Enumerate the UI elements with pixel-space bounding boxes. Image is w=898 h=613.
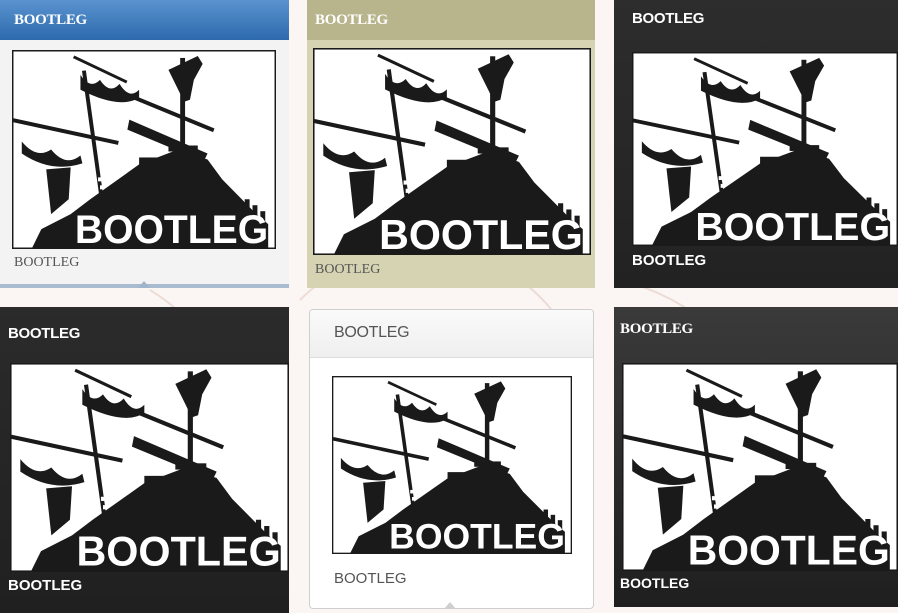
tile-caption: BOOTLEG: [334, 570, 407, 587]
pointer-arrow-icon: [444, 602, 456, 608]
tile-header: BOOTLEG: [620, 321, 693, 337]
artwork-title: BOOTLEG: [389, 517, 565, 554]
tile-header: BOOTLEG: [8, 325, 81, 342]
album-artwork: BOOTLEG: [332, 376, 572, 554]
artwork-title: BOOTLEG: [688, 527, 890, 571]
tile-header: BOOTLEG: [310, 310, 593, 358]
album-artwork: BOOTLEG: [622, 363, 898, 571]
artwork-title: BOOTLEG: [695, 206, 890, 246]
tile-caption: BOOTLEG: [632, 252, 707, 269]
theme-tile-dark-gradient[interactable]: BOOTLEG BOOTLEG BOOTLEG: [614, 307, 898, 607]
album-artwork: BOOTLEG: [12, 50, 276, 249]
theme-tile-dark-2[interactable]: BOOTLEG BOOTLEG BOOTLEG: [0, 307, 289, 613]
theme-tile-light-card[interactable]: BOOTLEG BOOTLEG BOOTLEG: [309, 309, 594, 609]
tile-header: BOOTLEG: [307, 0, 595, 40]
tile-caption: BOOTLEG: [620, 575, 690, 591]
theme-tile-dark[interactable]: BOOTLEG BOOTLEG BOOTLEG: [614, 0, 898, 288]
album-artwork: BOOTLEG: [10, 363, 289, 572]
tile-header: BOOTLEG: [632, 10, 705, 27]
pointer-arrow-icon: [138, 281, 150, 288]
tile-header: BOOTLEG: [0, 0, 289, 40]
album-artwork: BOOTLEG: [313, 48, 591, 255]
tile-caption: BOOTLEG: [14, 255, 80, 270]
album-artwork: BOOTLEG: [632, 52, 898, 246]
artwork-title: BOOTLEG: [75, 208, 268, 249]
theme-tile-blue[interactable]: BOOTLEG BOOTLEG BOOTLEG: [0, 0, 289, 288]
theme-tile-khaki[interactable]: BOOTLEG BOOTLEG BOOTLEG: [307, 0, 595, 288]
tile-caption: BOOTLEG: [8, 577, 83, 594]
artwork-title: BOOTLEG: [379, 212, 583, 255]
artwork-title: BOOTLEG: [76, 528, 280, 572]
tile-caption: BOOTLEG: [315, 262, 381, 277]
